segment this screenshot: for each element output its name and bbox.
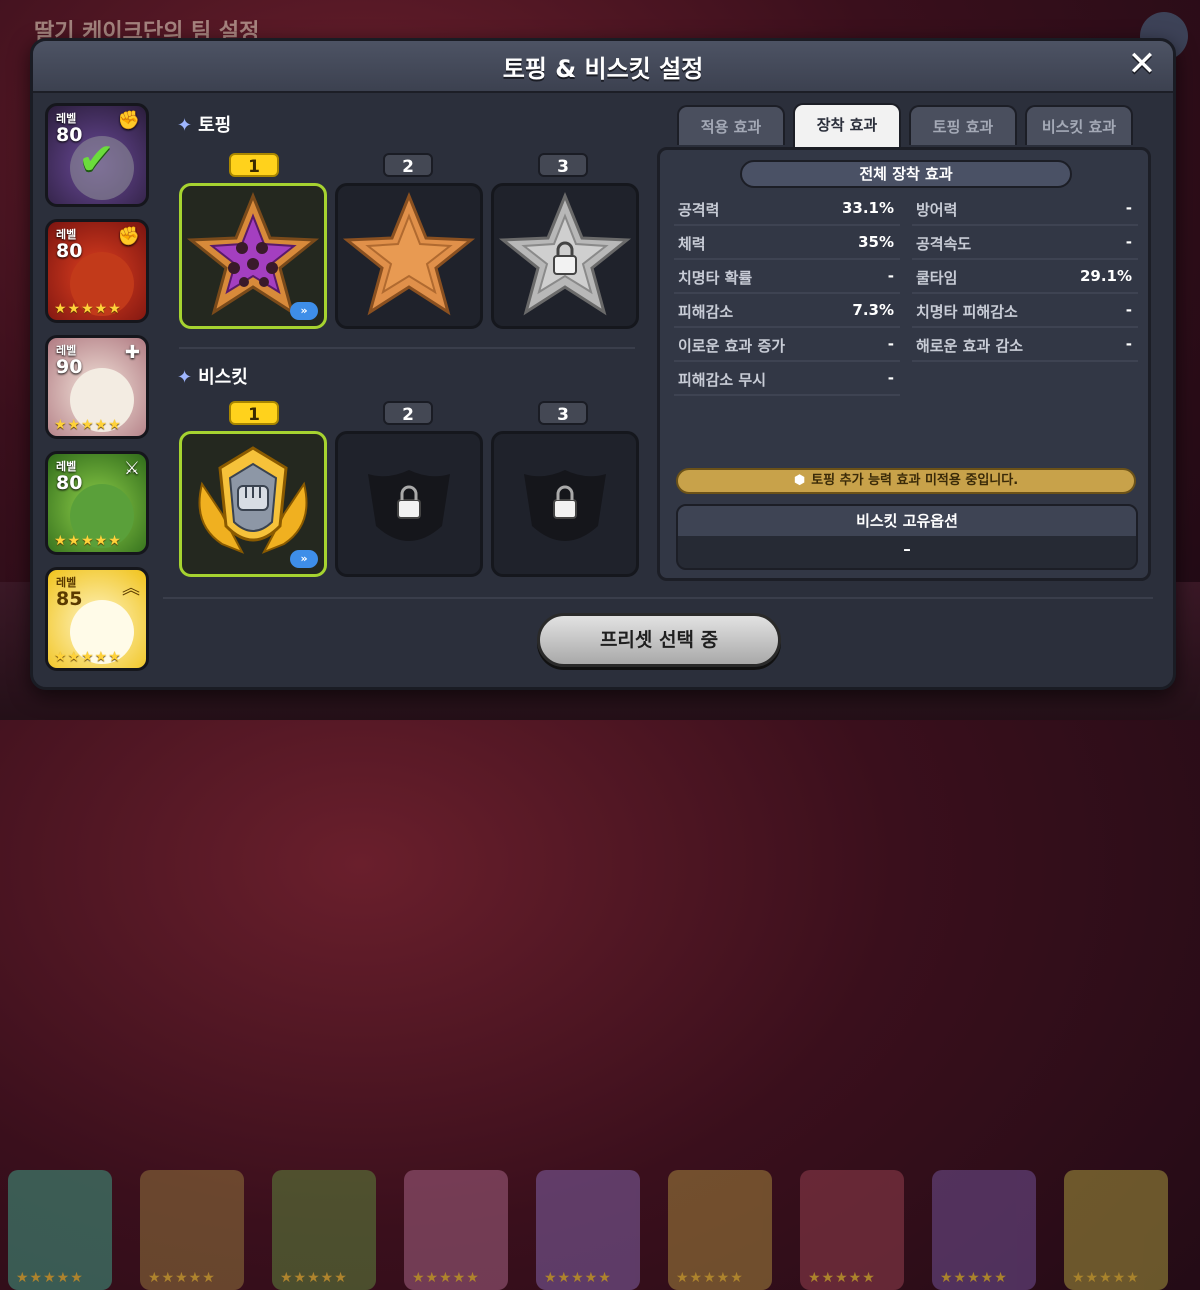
- cookie-slot-2[interactable]: 레벨 80 ✊ ★★★★★: [45, 219, 149, 323]
- cookie-slot-4[interactable]: 레벨 80 ⚔ ★★★★★: [45, 451, 149, 555]
- level-value: 90: [56, 356, 83, 378]
- cookie-slot-5[interactable]: 레벨 85 ︽ ★★★★★: [45, 567, 149, 671]
- topping-badge-icon: ⬢: [793, 473, 806, 488]
- unique-option-value: –: [903, 540, 911, 558]
- close-button[interactable]: ✕: [1125, 47, 1159, 81]
- fist-icon: ✊: [117, 226, 140, 247]
- effects-panel: 전체 장착 효과 공격력 33.1% 체력 35% 치명타 확률 - 피해감소 7.3%…: [657, 147, 1151, 581]
- stat-row: 해로운 효과 감소 -: [912, 330, 1138, 362]
- cookie-slot-3[interactable]: 레벨 90 ✚ ★★★★★: [45, 335, 149, 439]
- stat-row: 공격속도 -: [912, 228, 1138, 260]
- level-value: 85: [56, 588, 83, 610]
- stat-row: 체력 35%: [674, 228, 900, 260]
- topping-slot-3[interactable]: [491, 183, 639, 329]
- chevron-up-icon: ︽: [122, 578, 140, 599]
- biscuit-slot-3-tab[interactable]: 3: [538, 401, 588, 425]
- biscuit-slot-2-tab[interactable]: 2: [383, 401, 433, 425]
- locked-biscuit-icon: [524, 470, 606, 541]
- stat-row: 피해감소 7.3%: [674, 296, 900, 328]
- tab-biscuit-effects[interactable]: 비스킷 효과: [1025, 105, 1133, 145]
- topping-slot-1-tab[interactable]: 1: [229, 153, 279, 177]
- stat-row: 공격력 33.1%: [674, 194, 900, 226]
- topping-section-label: ✦ 토핑: [177, 115, 232, 136]
- topping-notice-banner: ⬢ 토핑 추가 능력 효과 미적용 중입니다.: [676, 468, 1136, 494]
- biscuit-section-label: ✦ 비스킷: [177, 367, 248, 388]
- star-rating: ★★★★★: [54, 301, 122, 317]
- biscuit-slot-3[interactable]: [491, 431, 639, 577]
- dialog-header: 토핑 & 비스킷 설정 ✕: [33, 41, 1173, 93]
- biscuit-slot-1-tab[interactable]: 1: [229, 401, 279, 425]
- stat-row: 치명타 피해감소 -: [912, 296, 1138, 328]
- upgrade-arrows-icon[interactable]: »: [290, 550, 318, 568]
- sparkle-icon: ✦: [177, 115, 193, 136]
- plus-icon: ✚: [124, 342, 140, 363]
- tab-applied-effects[interactable]: 적용 효과: [677, 105, 785, 145]
- star-rating: ★★★★★: [54, 417, 122, 433]
- effects-header: 전체 장착 효과: [740, 160, 1072, 188]
- section-divider: [179, 347, 635, 349]
- preset-select-button[interactable]: 프리셋 선택 중: [537, 613, 781, 667]
- sword-icon: ⚔: [123, 458, 140, 479]
- stat-row: 방어력 -: [912, 194, 1138, 226]
- level-value: 80: [56, 472, 83, 494]
- stat-row: 이로운 효과 증가 -: [674, 330, 900, 362]
- star-rating: ★★★★★: [54, 533, 122, 549]
- topping-slot-2-tab[interactable]: 2: [383, 153, 433, 177]
- locked-biscuit-icon: [368, 470, 450, 541]
- dialog-title: 토핑 & 비스킷 설정: [502, 55, 704, 83]
- footer-divider: [163, 597, 1153, 599]
- cookie-slot-1[interactable]: 레벨 80 ✊ ✔: [45, 103, 149, 207]
- biscuit-unique-option-box: 비스킷 고유옵션 –: [676, 504, 1138, 570]
- level-value: 80: [56, 240, 83, 262]
- star-rating: ★★★★★: [54, 649, 122, 665]
- checkmark-icon: ✔: [78, 134, 115, 185]
- biscuit-slot-1[interactable]: »: [179, 431, 327, 577]
- upgrade-arrows-icon[interactable]: »: [290, 302, 318, 320]
- topping-slot-3-tab[interactable]: 3: [538, 153, 588, 177]
- tab-equip-effects[interactable]: 장착 효과: [793, 103, 901, 147]
- empty-topping-star-icon: [342, 192, 476, 316]
- biscuit-slot-2[interactable]: [335, 431, 483, 577]
- topping-biscuit-dialog: 토핑 & 비스킷 설정 ✕ 레벨 80 ✊ ✔ 레벨 80 ✊ ★★★★★ 레벨…: [30, 38, 1176, 690]
- locked-topping-star-icon: [498, 192, 632, 316]
- sparkle-icon: ✦: [177, 367, 193, 388]
- tab-topping-effects[interactable]: 토핑 효과: [909, 105, 1017, 145]
- stat-row: 피해감소 무시 -: [674, 364, 900, 396]
- stat-row: 쿨타임 29.1%: [912, 262, 1138, 294]
- fist-icon: ✊: [117, 110, 140, 131]
- topping-slot-2[interactable]: [335, 183, 483, 329]
- stat-row: 치명타 확률 -: [674, 262, 900, 294]
- unique-option-title: 비스킷 고유옵션: [678, 506, 1136, 536]
- topping-slot-1[interactable]: »: [179, 183, 327, 329]
